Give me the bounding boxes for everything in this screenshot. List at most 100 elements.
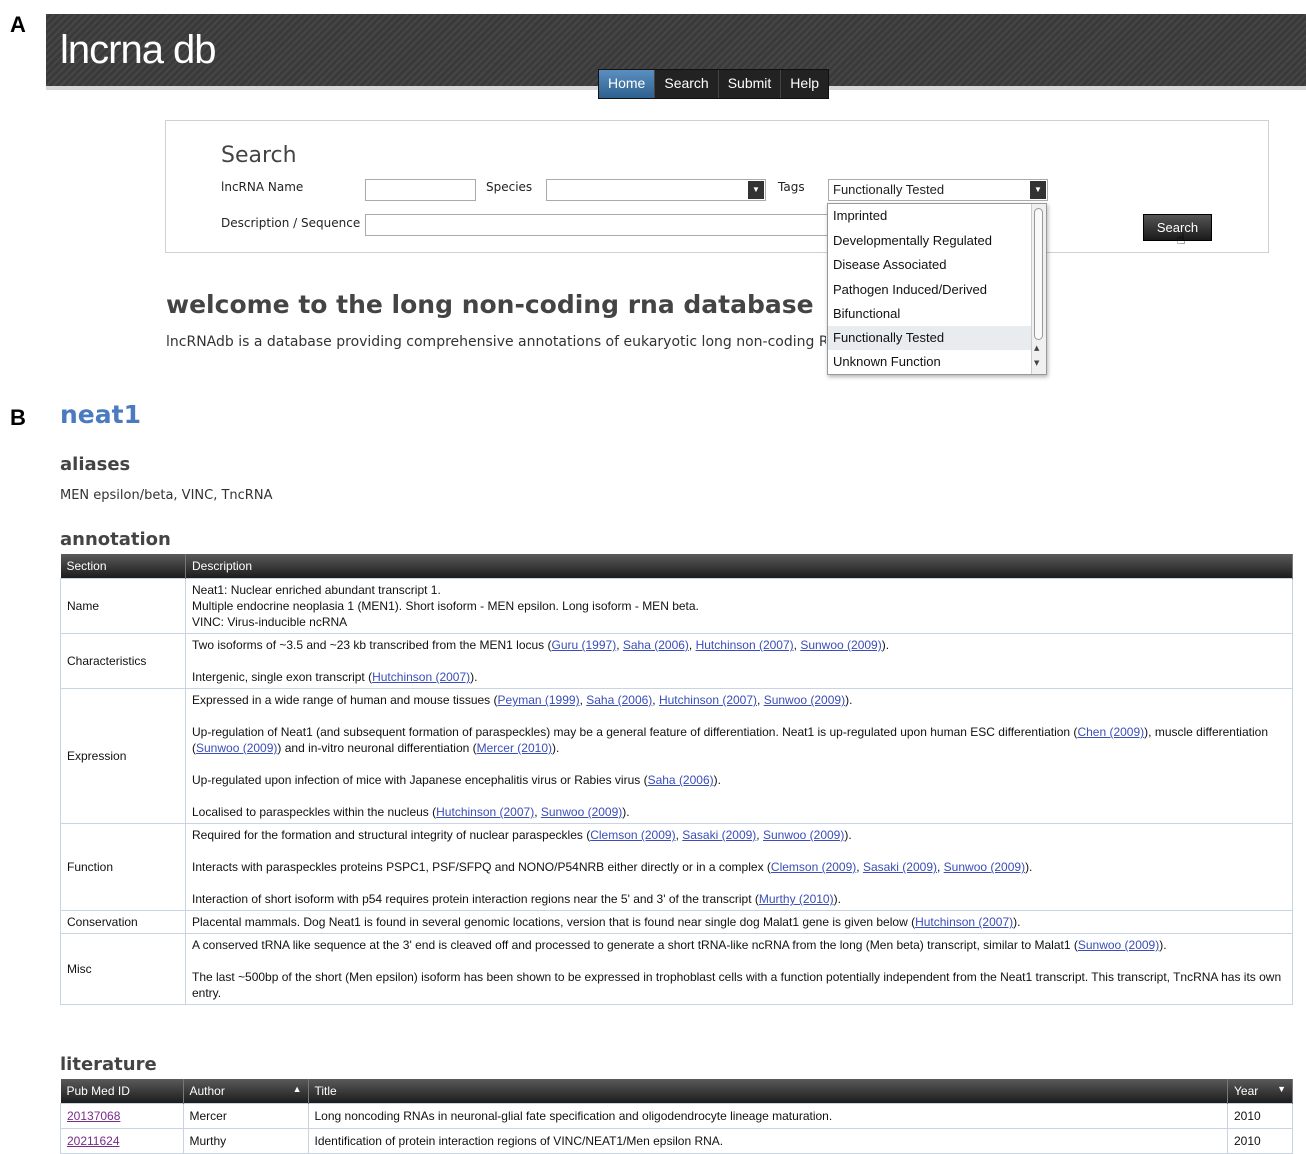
citation-link[interactable]: Sunwoo (2009) bbox=[541, 805, 622, 819]
annotation-description-cell: A conserved tRNA like sequence at the 3'… bbox=[185, 933, 1293, 1005]
tags-option-developmentally-regulated[interactable]: Developmentally Regulated bbox=[828, 229, 1032, 253]
description-text: , bbox=[757, 693, 764, 707]
citation-link[interactable]: Saha (2006) bbox=[623, 638, 689, 652]
literature-col-title[interactable]: Title bbox=[308, 1079, 1228, 1104]
search-panel: Search lncRNA Name Species ▼ Tags Functi… bbox=[165, 120, 1269, 253]
year-cell: 2010 bbox=[1227, 1128, 1293, 1154]
hand-cursor-icon: ☝ bbox=[1176, 229, 1186, 248]
species-label: Species bbox=[486, 180, 533, 194]
tags-option-pathogen-induced[interactable]: Pathogen Induced/Derived bbox=[828, 278, 1032, 302]
description-text: VINC: Virus-inducible ncRNA bbox=[192, 615, 348, 629]
pubmed-id-link[interactable]: 20211624 bbox=[67, 1134, 120, 1148]
annotation-paragraph: Interacts with paraspeckles proteins PSP… bbox=[192, 859, 1286, 875]
citation-link[interactable]: Murthy (2010) bbox=[759, 892, 834, 906]
lncrna-name-label: lncRNA Name bbox=[221, 180, 304, 194]
description-text: ). bbox=[551, 741, 560, 755]
annotation-paragraph: Multiple endocrine neoplasia 1 (MEN1). S… bbox=[192, 598, 1286, 614]
description-text: The last ~500bp of the short (Men epsilo… bbox=[192, 970, 1282, 1000]
tags-option-functionally-tested[interactable]: Functionally Tested bbox=[828, 326, 1032, 350]
panel-b-label: B bbox=[10, 405, 26, 430]
citation-link[interactable]: Clemson (2009) bbox=[771, 860, 856, 874]
nav-home[interactable]: Home bbox=[599, 70, 656, 98]
description-text: ). bbox=[1013, 915, 1021, 929]
table-row: 20211624 Murthy Identification of protein … bbox=[60, 1128, 1293, 1154]
description-text: Placental mammals. Dog Neat1 is found in… bbox=[192, 915, 916, 929]
description-text: Up-regulated upon infection of mice with… bbox=[192, 773, 648, 787]
site-logo[interactable]: lncrna db bbox=[60, 28, 217, 73]
lncrna-name-input[interactable] bbox=[365, 179, 476, 201]
annotation-section-cell: Name bbox=[60, 578, 186, 634]
author-cell: Murthy bbox=[182, 1128, 309, 1154]
literature-col-year[interactable]: Year ▼ bbox=[1227, 1079, 1293, 1104]
site-header: lncrna db Home Search Submit Help bbox=[46, 14, 1306, 99]
citation-link[interactable]: Sunwoo (2009) bbox=[944, 860, 1025, 874]
scroll-down-icon[interactable]: ▼ bbox=[1034, 359, 1039, 367]
citation-link[interactable]: Sasaki (2009) bbox=[863, 860, 937, 874]
annotation-table: Section Description Name Neat1: Nuclear e… bbox=[60, 554, 1293, 1005]
annotation-col-section[interactable]: Section bbox=[60, 554, 186, 579]
citation-link[interactable]: Sunwoo (2009) bbox=[763, 828, 844, 842]
citation-link[interactable]: Hutchinson (2007) bbox=[915, 915, 1013, 929]
citation-link[interactable]: Sunwoo (2009) bbox=[800, 638, 881, 652]
annotation-paragraph: Intergenic, single exon transcript (Hutc… bbox=[192, 669, 1286, 685]
citation-link[interactable]: Sunwoo (2009) bbox=[1078, 938, 1159, 952]
citation-link[interactable]: Hutchinson (2007) bbox=[436, 805, 534, 819]
description-text: , bbox=[756, 828, 763, 842]
tags-option-imprinted[interactable]: Imprinted bbox=[828, 204, 1032, 228]
citation-link[interactable]: Hutchinson (2007) bbox=[696, 638, 794, 652]
pubmed-id-link[interactable]: 20137068 bbox=[67, 1109, 120, 1123]
annotation-paragraph: Localised to paraspeckles within the nuc… bbox=[192, 804, 1286, 820]
description-sequence-input[interactable] bbox=[365, 214, 829, 236]
aliases-heading: aliases bbox=[60, 454, 131, 475]
annotation-col-description[interactable]: Description bbox=[185, 554, 1293, 579]
citation-link[interactable]: Peyman (1999) bbox=[498, 693, 580, 707]
title-cell: Identification of protein interaction re… bbox=[307, 1128, 1228, 1154]
panel-a-label: A bbox=[10, 12, 26, 37]
description-text: , bbox=[534, 805, 541, 819]
description-text: Required for the formation and structura… bbox=[192, 828, 591, 842]
chevron-down-icon: ▼ bbox=[748, 181, 764, 199]
literature-col-year-label: Year bbox=[1234, 1084, 1259, 1098]
description-text: Intergenic, single exon transcript ( bbox=[192, 670, 373, 684]
dropdown-scrollbar[interactable]: ▲ ▼ bbox=[1031, 204, 1046, 374]
literature-col-author[interactable]: Author ▲ bbox=[183, 1079, 309, 1104]
literature-heading: literature bbox=[60, 1054, 157, 1075]
citation-link[interactable]: Hutchinson (2007) bbox=[372, 670, 470, 684]
table-row: Characteristics Two isoforms of ~3.5 and … bbox=[60, 633, 1293, 689]
sort-asc-icon: ▲ bbox=[292, 1084, 302, 1094]
literature-col-pmid[interactable]: Pub Med ID bbox=[60, 1079, 184, 1104]
table-row: Expression Expressed in a wide range of h… bbox=[60, 688, 1293, 824]
citation-link[interactable]: Saha (2006) bbox=[586, 693, 652, 707]
description-text: Up-regulation of Neat1 (and subsequent f… bbox=[192, 725, 1078, 739]
description-text: ). bbox=[622, 805, 630, 819]
tags-select[interactable]: Functionally Tested ▼ bbox=[828, 179, 1048, 201]
annotation-description-cell: Required for the formation and structura… bbox=[185, 823, 1293, 911]
description-text: , bbox=[616, 638, 623, 652]
annotation-section-cell: Expression bbox=[60, 688, 186, 824]
nav-help[interactable]: Help bbox=[781, 70, 828, 98]
citation-link[interactable]: Hutchinson (2007) bbox=[659, 693, 757, 707]
nav-search[interactable]: Search bbox=[655, 70, 719, 98]
description-text: A conserved tRNA like sequence at the 3'… bbox=[192, 938, 1078, 952]
citation-link[interactable]: Saha (2006) bbox=[648, 773, 714, 787]
tags-option-disease-associated[interactable]: Disease Associated bbox=[828, 253, 1032, 277]
annotation-section-cell: Characteristics bbox=[60, 633, 186, 689]
scrollbar-thumb[interactable] bbox=[1034, 208, 1043, 340]
table-row: Name Neat1: Nuclear enriched abundant tra… bbox=[60, 578, 1293, 634]
description-text: Two isoforms of ~3.5 and ~23 kb transcri… bbox=[192, 638, 552, 652]
tags-option-bifunctional[interactable]: Bifunctional bbox=[828, 302, 1032, 326]
citation-link[interactable]: Chen (2009) bbox=[1077, 725, 1144, 739]
citation-link[interactable]: Sunwoo (2009) bbox=[764, 693, 845, 707]
species-select[interactable]: ▼ bbox=[546, 179, 766, 201]
scroll-up-icon[interactable]: ▲ bbox=[1034, 344, 1039, 352]
search-title: Search bbox=[221, 143, 297, 168]
tags-dropdown-list: Imprinted Developmentally Regulated Dise… bbox=[827, 203, 1047, 375]
tags-option-unknown-function[interactable]: Unknown Function bbox=[828, 350, 1032, 374]
chevron-down-icon: ▼ bbox=[1030, 181, 1046, 199]
citation-link[interactable]: Clemson (2009) bbox=[590, 828, 675, 842]
citation-link[interactable]: Guru (1997) bbox=[552, 638, 617, 652]
citation-link[interactable]: Sunwoo (2009) bbox=[196, 741, 277, 755]
citation-link[interactable]: Mercer (2010) bbox=[477, 741, 552, 755]
nav-submit[interactable]: Submit bbox=[719, 70, 782, 98]
citation-link[interactable]: Sasaki (2009) bbox=[682, 828, 756, 842]
